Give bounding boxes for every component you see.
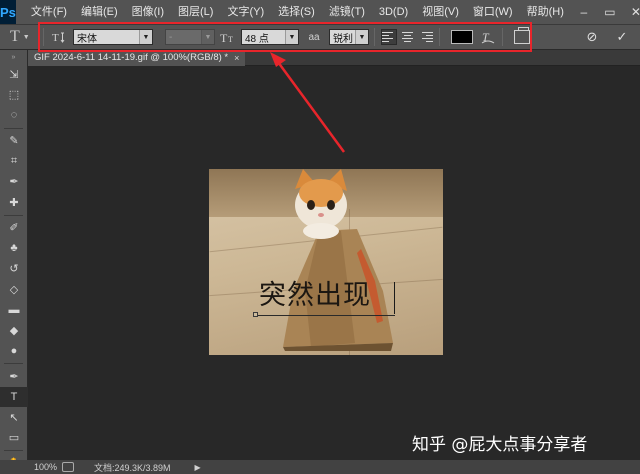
font-style-value: - — [169, 31, 173, 43]
path-selection-tool-icon[interactable]: ↖ — [0, 407, 28, 428]
menu-type[interactable]: 文字(Y) — [220, 0, 271, 24]
clone-stamp-tool-icon[interactable]: ♣ — [0, 238, 28, 259]
align-right-button[interactable] — [417, 29, 433, 45]
svg-text:T: T — [228, 35, 233, 44]
align-left-button[interactable] — [381, 29, 397, 45]
move-tool-icon[interactable]: ⇲ — [0, 64, 28, 85]
cancel-icon[interactable]: ⊘ — [584, 29, 600, 45]
toolbox-divider — [4, 214, 23, 216]
tool-preset-picker[interactable]: T ▼ — [0, 26, 38, 48]
menu-bar: Ps 文件(F) 编辑(E) 图像(I) 图层(L) 文字(Y) 选择(S) 滤… — [0, 0, 640, 24]
toolbox: » ⇲⬚◌✎⌗✒✚✐♣↺◇▬◆●✒T↖▭✋⚲ — [0, 50, 28, 470]
toolbox-divider — [4, 450, 23, 451]
blur-tool-icon[interactable]: ◆ — [0, 320, 28, 341]
font-size-value: 48 点 — [245, 33, 269, 45]
text-orientation-icon[interactable]: T — [49, 28, 67, 46]
close-tab-icon[interactable]: × — [234, 50, 239, 66]
svg-text:T: T — [52, 32, 59, 44]
toolbox-divider — [4, 363, 23, 364]
text-cursor — [394, 282, 395, 314]
quick-selection-tool-icon[interactable]: ✎ — [0, 131, 28, 152]
menu-3d[interactable]: 3D(D) — [372, 0, 415, 24]
zoom-level[interactable]: 100% — [0, 462, 62, 472]
anti-alias-icon: aa — [308, 31, 320, 43]
lasso-tool-icon[interactable]: ◌ — [0, 105, 28, 126]
toolbox-collapse-icon[interactable]: » — [0, 50, 27, 64]
chevron-down-icon: ▼ — [355, 30, 368, 44]
character-panel-icon[interactable] — [514, 27, 530, 44]
rectangle-tool-icon[interactable]: ▭ — [0, 428, 28, 449]
status-info-icon[interactable] — [62, 462, 74, 472]
divider — [43, 28, 44, 46]
healing-brush-tool-icon[interactable]: ✚ — [0, 192, 28, 213]
menu-file[interactable]: 文件(F) — [24, 0, 74, 24]
status-bar: 100% 文档:249.3K/3.89M ▶ — [0, 460, 640, 474]
menu-image[interactable]: 图像(I) — [125, 0, 171, 24]
font-style-select[interactable]: - ▼ — [165, 29, 215, 45]
divider — [439, 28, 440, 46]
canvas-text-layer[interactable]: 突然出现 — [259, 279, 399, 313]
chevron-down-icon: ▼ — [139, 30, 152, 44]
minimize-button[interactable]: – — [571, 0, 597, 24]
gradient-tool-icon[interactable]: ▬ — [0, 300, 28, 321]
photoshop-logo: Ps — [0, 0, 16, 24]
type-tool-icon: T — [10, 28, 20, 45]
text-anchor-handle[interactable] — [253, 312, 258, 317]
document-canvas[interactable]: 突然出现 — [209, 169, 443, 355]
zhihu-watermark: 知乎 @屁大点事分享者 — [412, 435, 588, 455]
align-center-button[interactable] — [399, 29, 415, 45]
menu-edit[interactable]: 编辑(E) — [74, 0, 125, 24]
menu-filter[interactable]: 滤镜(T) — [322, 0, 372, 24]
font-size-select[interactable]: 48 点 ▼ — [241, 29, 299, 45]
menu-layer[interactable]: 图层(L) — [171, 0, 220, 24]
menu-window[interactable]: 窗口(W) — [466, 0, 520, 24]
menu-view[interactable]: 视图(V) — [415, 0, 466, 24]
toolbox-divider — [4, 127, 23, 129]
options-bar: T ▼ T 宋体 ▼ - ▼ TT 48 点 ▼ aa 锐利 ▼ T ⊘ ✓ — [0, 24, 640, 50]
divider — [502, 28, 503, 46]
close-button[interactable]: ✕ — [623, 0, 640, 24]
eyedropper-tool-icon[interactable]: ✒ — [0, 172, 28, 193]
status-menu-arrow-icon[interactable]: ▶ — [195, 463, 201, 472]
text-baseline — [257, 315, 395, 316]
dodge-tool-icon[interactable]: ● — [0, 341, 28, 362]
marquee-tool-icon[interactable]: ⬚ — [0, 85, 28, 106]
commit-area: ⊘ ✓ — [584, 29, 640, 45]
anti-alias-value: 锐利 — [333, 33, 353, 45]
cat-image — [295, 169, 347, 239]
chevron-down-icon: ▼ — [201, 30, 214, 44]
document-tab[interactable]: GIF 2024-6-11 14-11-19.gif @ 100%(RGB/8)… — [28, 50, 246, 66]
font-family-select[interactable]: 宋体 ▼ — [73, 29, 153, 45]
history-brush-tool-icon[interactable]: ↺ — [0, 259, 28, 280]
anti-alias-select[interactable]: 锐利 ▼ — [329, 29, 369, 45]
crop-tool-icon[interactable]: ⌗ — [0, 151, 28, 172]
warp-text-icon[interactable]: T — [479, 28, 497, 46]
menu-help[interactable]: 帮助(H) — [520, 0, 571, 24]
type-tool-icon[interactable]: T — [0, 386, 28, 407]
document-tab-bar: GIF 2024-6-11 14-11-19.gif @ 100%(RGB/8)… — [28, 50, 640, 66]
text-color-swatch[interactable] — [451, 30, 473, 44]
maximize-button[interactable]: ▭ — [597, 0, 623, 24]
canvas-workspace[interactable]: 突然出现 — [28, 66, 640, 460]
commit-checkmark-icon[interactable]: ✓ — [614, 29, 630, 45]
document-tab-title: GIF 2024-6-11 14-11-19.gif @ 100%(RGB/8)… — [34, 52, 229, 63]
font-size-icon: TT — [219, 28, 237, 46]
svg-text:T: T — [220, 31, 228, 44]
window-controls: – ▭ ✕ — [571, 0, 640, 24]
menu-select[interactable]: 选择(S) — [271, 0, 322, 24]
divider — [374, 28, 375, 46]
font-family-value: 宋体 — [77, 33, 97, 45]
brush-tool-icon[interactable]: ✐ — [0, 218, 28, 239]
chevron-down-icon: ▼ — [285, 30, 298, 44]
document-size: 文档:249.3K/3.89M — [94, 462, 171, 473]
eraser-tool-icon[interactable]: ◇ — [0, 279, 28, 300]
pen-tool-icon[interactable]: ✒ — [0, 366, 28, 387]
chevron-down-icon: ▼ — [22, 33, 30, 41]
